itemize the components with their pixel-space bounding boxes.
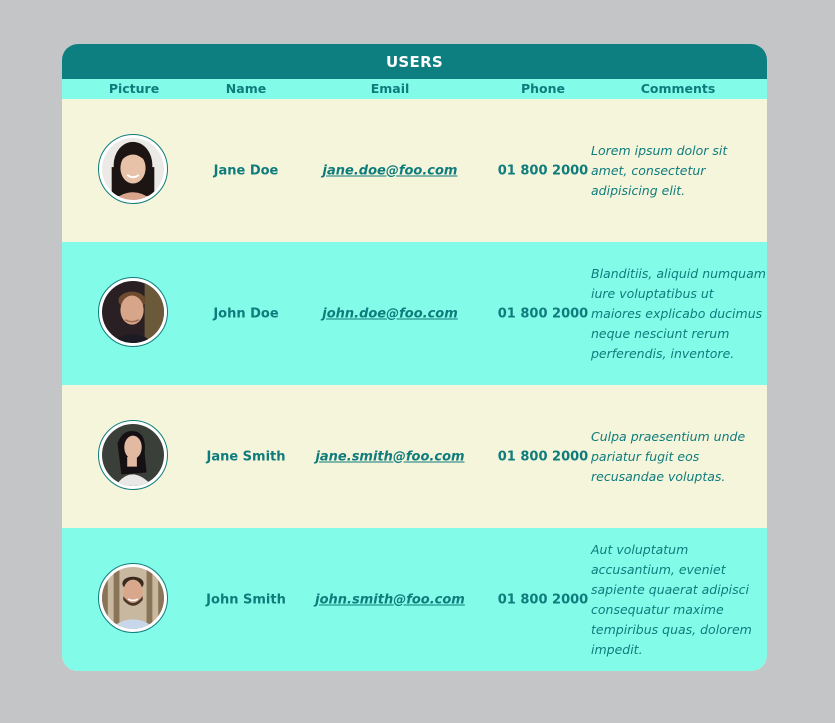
header-name: Name (225, 81, 267, 96)
user-name: John Doe (213, 306, 279, 321)
header-email: Email (370, 81, 410, 96)
table-title: USERS (62, 44, 767, 79)
avatar (98, 420, 168, 490)
user-name: John Smith (206, 592, 286, 607)
user-photo (102, 281, 164, 343)
table-row: Jane Smith jane.smith@foo.com 01 800 200… (62, 385, 767, 528)
table-row: Jane Doe jane.doe@foo.com 01 800 2000 Lo… (62, 99, 767, 242)
avatar (98, 134, 168, 204)
table-header-row: Picture Name Email Phone Comments (62, 79, 767, 99)
user-name: Jane Doe (213, 163, 279, 178)
avatar (98, 563, 168, 633)
user-comment: Blanditiis, aliquid numquam iure volupta… (591, 265, 766, 361)
user-photo (102, 424, 164, 486)
table-row: John Doe john.doe@foo.com 01 800 2000 Bl… (62, 242, 767, 385)
user-email-link[interactable]: john.doe@foo.com (322, 306, 458, 321)
user-phone: 01 800 2000 (497, 449, 589, 464)
user-photo (102, 567, 164, 629)
user-phone: 01 800 2000 (497, 306, 589, 321)
user-comment: Lorem ipsum dolor sit amet, consectetur … (591, 142, 728, 198)
user-email-link[interactable]: john.smith@foo.com (315, 592, 465, 607)
header-comments: Comments (640, 81, 716, 96)
user-name: Jane Smith (206, 449, 286, 464)
user-comment: Aut voluptatum accusantium, eveniet sapi… (591, 541, 752, 657)
user-phone: 01 800 2000 (497, 592, 589, 607)
header-phone: Phone (520, 81, 566, 96)
header-picture: Picture (108, 81, 160, 96)
avatar (98, 277, 168, 347)
user-phone: 01 800 2000 (497, 163, 589, 178)
user-comment: Culpa praesentium unde pariatur fugit eo… (591, 428, 746, 484)
users-table-card: USERS Picture Name Email Phone Comments … (62, 44, 767, 671)
table-row: John Smith john.smith@foo.com 01 800 200… (62, 528, 767, 671)
user-photo (102, 138, 164, 200)
user-email-link[interactable]: jane.smith@foo.com (315, 449, 464, 464)
user-email-link[interactable]: jane.doe@foo.com (323, 163, 458, 178)
